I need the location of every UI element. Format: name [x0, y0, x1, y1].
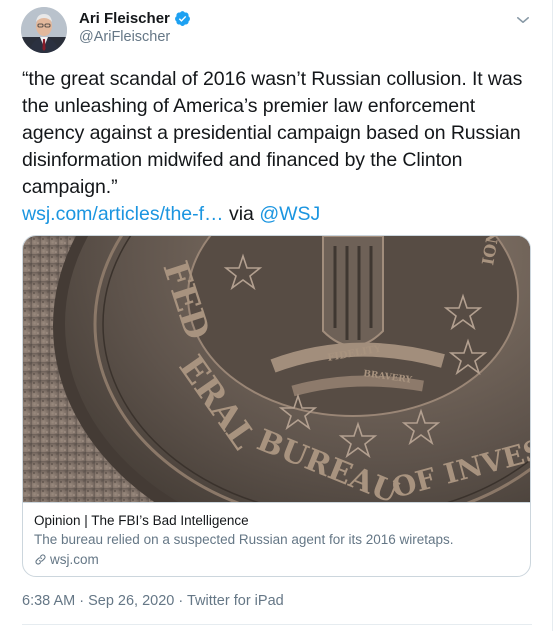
card-title[interactable]: Opinion | The FBI’s Bad Intelligence — [34, 513, 249, 528]
card-divider — [23, 502, 530, 503]
mention-link[interactable]: @WSJ — [259, 203, 320, 225]
author-display-name[interactable]: Ari Fleischer — [79, 10, 170, 27]
tweet-time[interactable]: 6:38 AM — [22, 593, 75, 609]
article-link[interactable]: wsj.com/articles/the-f… — [22, 203, 224, 225]
author-name-row[interactable]: Ari Fleischer — [79, 8, 191, 28]
divider — [22, 624, 532, 625]
tweet-link-row: wsj.com/articles/the-f… via @WSJ — [22, 201, 320, 228]
link-icon — [35, 554, 46, 565]
via-text: via — [223, 203, 260, 225]
tweet-date[interactable]: Sep 26, 2020 — [88, 593, 174, 609]
meta-separator-2: · — [174, 593, 187, 609]
tweet-text: “the great scandal of 2016 wasn’t Russia… — [22, 68, 523, 198]
meta-separator: · — [75, 593, 89, 609]
card-description: The bureau relied on a suspected Russian… — [34, 532, 454, 547]
card-domain-text: wsj.com — [50, 552, 99, 567]
avatar[interactable] — [21, 7, 67, 53]
tweet: Ari Fleischer @AriFleischer “the great s… — [0, 0, 553, 631]
card-image[interactable]: FED ERAL BUREAU OF INVESTIGATION FIDELIT… — [23, 236, 530, 502]
card-domain: wsj.com — [34, 552, 99, 567]
tweet-source[interactable]: Twitter for iPad — [187, 593, 284, 609]
tweet-meta: 6:38 AM · Sep 26, 2020 · Twitter for iPa… — [22, 593, 284, 609]
verified-badge-icon — [174, 10, 190, 26]
author-handle[interactable]: @AriFleischer — [79, 29, 170, 45]
link-card[interactable]: FED ERAL BUREAU OF INVESTIGATION FIDELIT… — [22, 235, 531, 577]
chevron-down-icon[interactable] — [514, 11, 532, 29]
